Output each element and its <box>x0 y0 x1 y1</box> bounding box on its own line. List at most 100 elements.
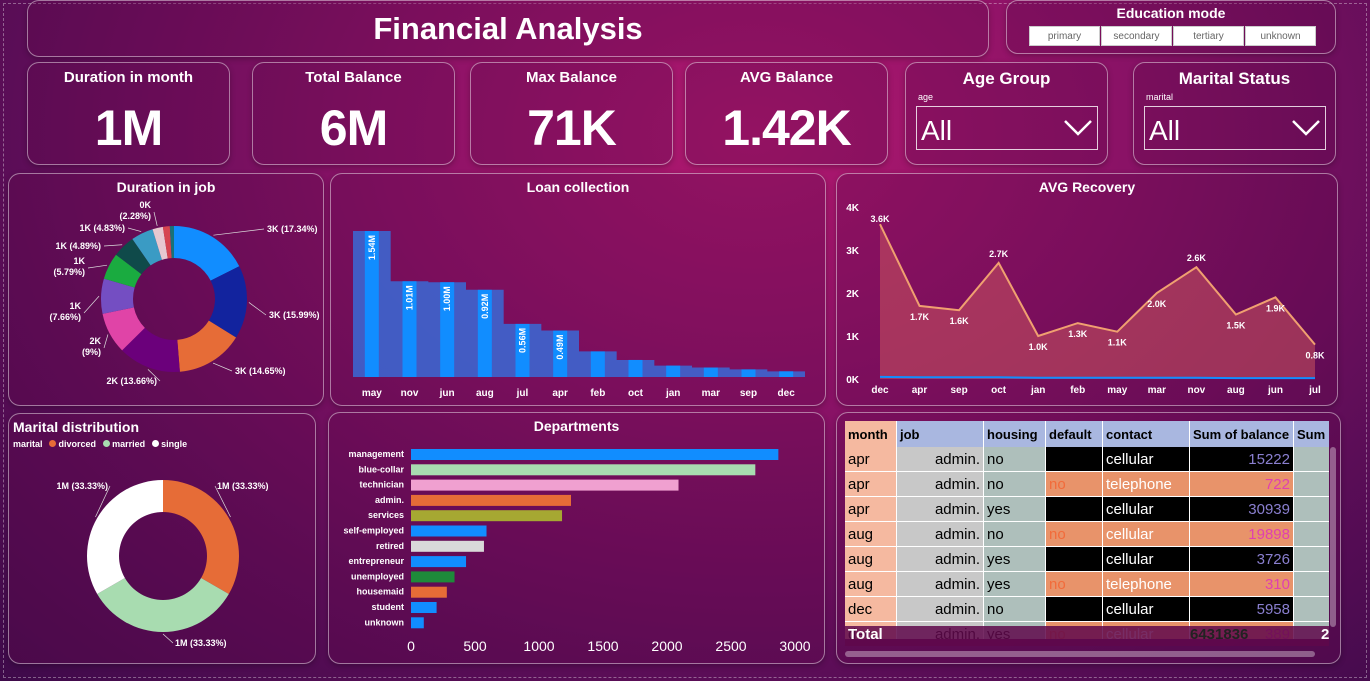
data-label: 0.8K <box>1305 351 1325 361</box>
table-cell <box>1293 521 1329 547</box>
table-cell: admin. <box>896 471 984 497</box>
loan-bar <box>741 369 756 377</box>
table-cell: cellular <box>1102 496 1190 522</box>
leader-line <box>87 264 108 269</box>
data-label: 1.0K <box>1029 342 1049 352</box>
table-cell: admin. <box>896 447 984 472</box>
category-label: blue-collar <box>358 464 404 474</box>
table-cell: yes <box>983 571 1046 597</box>
category-label: unemployed <box>351 571 404 581</box>
table-cell: telephone <box>1102 471 1190 497</box>
table-cell <box>1293 596 1329 622</box>
age-dropdown[interactable]: All <box>916 106 1098 150</box>
table-cell <box>1293 571 1329 597</box>
education-option-tertiary[interactable]: tertiary <box>1173 26 1244 46</box>
category-label: housemaid <box>356 587 404 597</box>
x-tick-label: jun <box>1267 385 1283 396</box>
x-tick-label: 1000 <box>523 638 554 654</box>
table-cell: dec <box>845 596 897 622</box>
data-label: 0K <box>139 200 151 210</box>
title-card: Financial Analysis <box>27 0 989 57</box>
kpi-value: 1.42K <box>722 100 851 156</box>
donut-slice <box>163 480 239 594</box>
column-header[interactable]: job <box>896 421 984 447</box>
category-label: self-employed <box>343 526 404 536</box>
loan-bar <box>779 371 794 377</box>
column-header[interactable]: default <box>1045 421 1103 447</box>
table-cell: no <box>983 447 1046 472</box>
data-label: (9%) <box>82 347 101 357</box>
table-cell <box>1293 496 1329 522</box>
column-header[interactable]: contact <box>1102 421 1190 447</box>
table-cell: no <box>983 521 1046 547</box>
education-option-secondary[interactable]: secondary <box>1101 26 1172 46</box>
education-option-primary[interactable]: primary <box>1029 26 1100 46</box>
table-cell: no <box>1045 521 1103 547</box>
loan-bar <box>590 351 605 377</box>
table-cell: admin. <box>896 496 984 522</box>
x-tick-label: jul <box>1308 385 1321 396</box>
kpi-max-balance-card: Max Balance 71K <box>470 62 673 165</box>
data-label: 1K <box>69 301 81 311</box>
leader-line <box>153 211 158 226</box>
table-row[interactable]: apr admin. no no telephone 722 <box>845 471 1329 497</box>
chevron-down-icon <box>1292 120 1320 136</box>
recovery-area <box>880 224 1315 379</box>
x-tick-label: mar <box>702 388 720 399</box>
table-cell: aug <box>845 521 897 547</box>
table-row[interactable]: aug admin. yes no telephone 310 <box>845 571 1329 597</box>
table-row[interactable]: aug admin. yes cellular 3726 <box>845 546 1329 572</box>
table-cell: admin. <box>896 546 984 572</box>
x-tick-label: 3000 <box>779 638 810 654</box>
category-label: retired <box>376 541 404 551</box>
data-label: 3.6K <box>870 214 890 224</box>
data-label: 1.54M <box>367 235 377 260</box>
table-row[interactable]: apr admin. no cellular 15222 <box>845 447 1329 472</box>
table-row[interactable]: apr admin. yes cellular 30939 <box>845 496 1329 522</box>
table-cell: yes <box>983 496 1046 522</box>
horizontal-scrollbar[interactable] <box>845 651 1315 657</box>
category-label: admin. <box>375 495 404 505</box>
marital-dropdown[interactable]: All <box>1144 106 1326 150</box>
education-option-unknown[interactable]: unknown <box>1245 26 1316 46</box>
marital-dropdown-value: All <box>1149 115 1181 146</box>
department-bar <box>411 571 455 583</box>
leader-line <box>103 244 123 247</box>
vertical-scrollbar[interactable] <box>1330 447 1336 627</box>
y-tick-label: 3K <box>846 246 860 257</box>
x-tick-label: apr <box>912 385 928 396</box>
x-tick-label: aug <box>1227 385 1245 396</box>
details-table[interactable]: month job housing default contact Sum of bala… <box>845 421 1329 639</box>
x-tick-label: 1500 <box>587 638 618 654</box>
department-bar <box>411 449 779 460</box>
column-header[interactable]: month <box>845 421 897 447</box>
column-header[interactable]: housing <box>983 421 1046 447</box>
data-label: 1M (33.33%) <box>217 481 269 491</box>
total-balance: 6431836 <box>1190 626 1249 643</box>
department-bar <box>411 586 447 598</box>
category-label: services <box>368 510 404 520</box>
data-label: 1M (33.33%) <box>56 481 108 491</box>
table-cell: aug <box>845 546 897 572</box>
x-tick-label: mar <box>1148 385 1166 396</box>
kpi-duration-card: Duration in month 1M <box>27 62 230 165</box>
data-label: 2.0K <box>1147 299 1167 309</box>
table-row[interactable]: aug admin. no no cellular 19898 <box>845 521 1329 547</box>
leader-line <box>213 228 265 236</box>
column-header[interactable]: Sum of prev <box>1293 421 1329 447</box>
department-bar <box>411 617 424 629</box>
column-header[interactable]: Sum of balance <box>1189 421 1294 447</box>
table-cell: no <box>983 471 1046 497</box>
x-tick-label: jun <box>439 388 455 399</box>
donut-slice <box>97 578 229 632</box>
table-cell: yes <box>983 546 1046 572</box>
marital-slicer-title: Marital Status <box>1178 69 1291 88</box>
data-label: 2K (13.66%) <box>106 376 157 386</box>
marital-distribution-card: Marital distribution marital divorced ma… <box>8 413 316 664</box>
y-tick-label: 1K <box>846 332 860 343</box>
leader-line <box>248 302 267 316</box>
table-row[interactable]: dec admin. no cellular 5958 <box>845 596 1329 622</box>
data-label: 1.00M <box>442 286 452 311</box>
table-cell: 19898 <box>1189 521 1294 547</box>
x-tick-label: jan <box>1030 385 1045 396</box>
